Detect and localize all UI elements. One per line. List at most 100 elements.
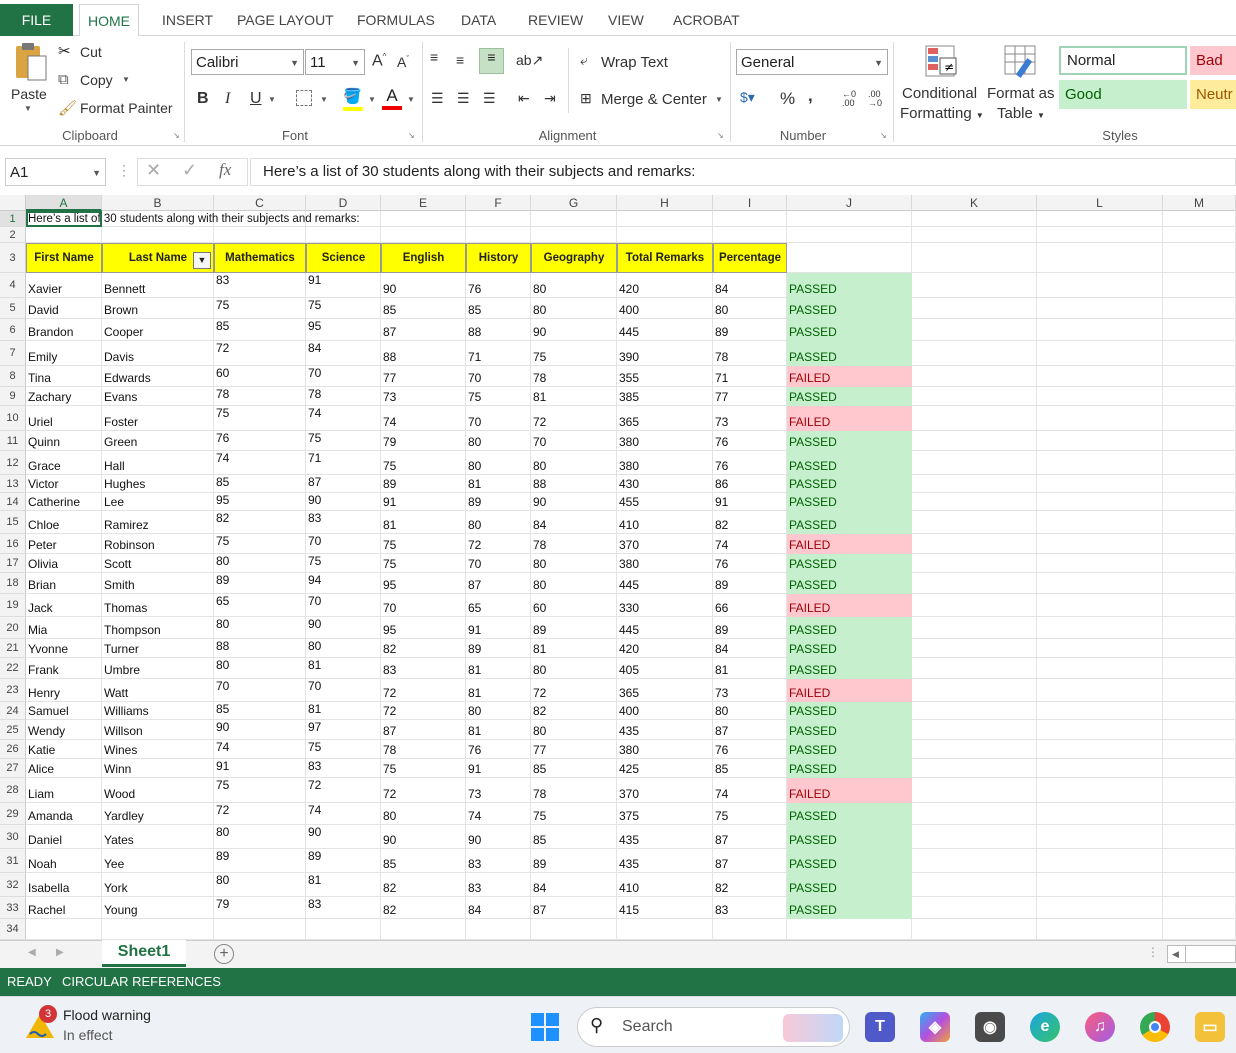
cell[interactable] [26,919,102,940]
cell[interactable] [1163,366,1236,387]
remark-cell[interactable]: PASSED [787,387,912,406]
data-cell[interactable]: Young [102,897,214,919]
data-cell[interactable]: 75 [381,759,466,778]
data-cell[interactable]: 74 [466,803,531,825]
data-cell[interactable]: 75 [713,803,787,825]
data-cell[interactable]: 80 [531,298,617,319]
cell[interactable] [1037,873,1163,897]
remark-cell[interactable]: PASSED [787,759,912,778]
paste-dropdown-icon[interactable]: ▼ [24,104,32,113]
data-cell[interactable]: 78 [381,740,466,759]
tab-page-layout[interactable]: PAGE LAYOUT [229,4,342,36]
cell[interactable] [1163,387,1236,406]
number-launcher-icon[interactable]: ↘ [880,131,887,140]
data-cell[interactable]: 72 [381,679,466,702]
copy-dropdown-icon[interactable]: ▼ [122,75,130,84]
header-cell-percentage[interactable]: Percentage [713,243,787,273]
cell[interactable] [1037,366,1163,387]
underline-dropdown-icon[interactable]: ▼ [268,95,276,104]
row-header-8[interactable]: 8 [0,366,26,387]
data-cell[interactable]: Wendy [26,720,102,740]
format-as-table-button[interactable]: Format as [987,85,1055,102]
column-header-m[interactable]: M [1163,195,1236,211]
decrease-decimal-icon[interactable]: .00 →0 [868,90,882,108]
data-cell[interactable]: Cooper [102,319,214,341]
remark-cell[interactable]: PASSED [787,849,912,873]
data-cell[interactable]: 70 [306,534,381,554]
cell[interactable] [1163,849,1236,873]
data-cell[interactable]: 75 [306,554,381,573]
row-header-21[interactable]: 21 [0,639,26,658]
data-cell[interactable]: 380 [617,431,713,451]
cell[interactable] [1163,243,1236,273]
data-cell[interactable]: 89 [531,849,617,873]
data-cell[interactable]: 81 [381,511,466,534]
data-cell[interactable]: 83 [713,897,787,919]
data-cell[interactable]: 415 [617,897,713,919]
formula-input[interactable]: Here’s a list of 30 students along with … [250,158,1236,186]
header-cell-science[interactable]: Science [306,243,381,273]
cell[interactable] [1037,211,1163,227]
accounting-format-icon[interactable]: $▾ [740,89,755,106]
cell[interactable] [1037,849,1163,873]
data-cell[interactable]: Green [102,431,214,451]
header-cell-history[interactable]: History [466,243,531,273]
data-cell[interactable]: 65 [466,594,531,617]
data-cell[interactable]: 89 [713,573,787,594]
data-cell[interactable]: 79 [381,431,466,451]
row-header-28[interactable]: 28 [0,778,26,803]
cell[interactable] [912,319,1037,341]
align-top-icon[interactable]: ≡ [430,49,438,65]
insert-function-icon[interactable]: fx [219,160,231,180]
clipboard-launcher-icon[interactable]: ↘ [173,131,180,140]
data-cell[interactable]: Bennett [102,273,214,298]
data-cell[interactable]: 85 [713,759,787,778]
row-header-22[interactable]: 22 [0,658,26,679]
header-cell-first-name[interactable]: First Name [26,243,102,273]
filter-dropdown-icon[interactable]: ▼ [193,252,211,269]
data-cell[interactable]: 365 [617,679,713,702]
cell[interactable] [912,759,1037,778]
data-cell[interactable]: 445 [617,617,713,639]
font-color-icon[interactable]: A [382,86,402,110]
align-left-icon[interactable]: ☰ [431,90,444,107]
data-cell[interactable]: 72 [381,778,466,803]
data-cell[interactable]: 74 [713,534,787,554]
cell[interactable] [912,554,1037,573]
column-header-l[interactable]: L [1037,195,1163,211]
cell[interactable] [1163,803,1236,825]
data-cell[interactable]: 380 [617,740,713,759]
cell[interactable] [1163,679,1236,702]
data-cell[interactable]: 77 [531,740,617,759]
data-cell[interactable]: 75 [466,387,531,406]
column-header-a[interactable]: A [26,195,102,211]
font-color-dropdown-icon[interactable]: ▼ [407,95,415,104]
data-cell[interactable]: 90 [531,319,617,341]
copy-button[interactable]: Copy [80,72,113,88]
data-cell[interactable]: Yvonne [26,639,102,658]
data-cell[interactable]: 75 [306,298,381,319]
cell[interactable] [1037,227,1163,243]
row-header-13[interactable]: 13 [0,475,26,493]
data-cell[interactable]: 89 [214,573,306,594]
cell[interactable] [1163,702,1236,720]
data-cell[interactable]: Umbre [102,658,214,679]
data-cell[interactable]: 90 [381,273,466,298]
data-cell[interactable]: Winn [102,759,214,778]
cell[interactable] [912,341,1037,366]
data-cell[interactable]: 81 [306,658,381,679]
cell[interactable] [1037,720,1163,740]
cell[interactable] [912,658,1037,679]
data-cell[interactable]: 78 [531,366,617,387]
cell[interactable] [912,431,1037,451]
cell[interactable] [787,243,912,273]
cell[interactable] [912,720,1037,740]
cell[interactable] [787,919,912,940]
data-cell[interactable]: 80 [306,639,381,658]
tab-file[interactable]: FILE [0,4,73,36]
wrap-text-button[interactable]: Wrap Text [601,54,668,71]
cell[interactable] [912,298,1037,319]
row-header-27[interactable]: 27 [0,759,26,778]
tab-home[interactable]: HOME [79,4,139,37]
taskbar-search-box[interactable]: ⚲ Search [577,1007,850,1047]
